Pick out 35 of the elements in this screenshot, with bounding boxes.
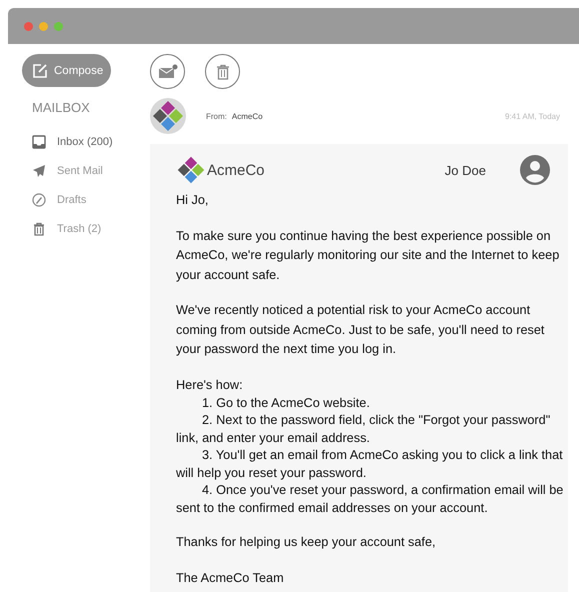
minimize-button[interactable] bbox=[39, 22, 48, 30]
step-text: 1. Go to the AcmeCo website. bbox=[201, 394, 371, 412]
steps-intro: Here's how: bbox=[176, 376, 244, 394]
trash-icon bbox=[216, 64, 230, 80]
edit-icon bbox=[32, 62, 48, 78]
message-time: 9:41 AM, Today bbox=[505, 112, 560, 120]
brand-name: AcmeCo bbox=[207, 162, 265, 178]
compose-button[interactable]: Compose bbox=[22, 54, 111, 87]
signature: The AcmeCo Team bbox=[176, 570, 285, 586]
message-paragraph: We've recently noticed a potential risk to your AcmeCo account coming from outside AcmeCo. Just to be safe, you'll need to reset your password the next time you log in. bbox=[176, 302, 546, 358]
user-avatar-icon bbox=[520, 155, 550, 185]
mailbox-heading: MAILBOX bbox=[32, 100, 91, 115]
inbox-tray-icon bbox=[32, 134, 46, 148]
mailbox-item[interactable]: Inbox (200) bbox=[32, 127, 150, 156]
pencil-circle-icon bbox=[32, 192, 46, 206]
envelope-icon bbox=[158, 64, 178, 80]
greeting: Hi Jo, bbox=[176, 192, 210, 209]
from-label: From: bbox=[206, 112, 227, 120]
diamond-logo-icon bbox=[176, 155, 206, 185]
recipient-name: Jo Doe bbox=[444, 162, 487, 178]
mailbox-item[interactable]: Trash (2) bbox=[32, 214, 150, 243]
step-text: 4. Once you've reset your password, a confirmation email will be sent to the confirmed email addresses on your account. bbox=[176, 482, 564, 517]
maximize-button[interactable] bbox=[54, 22, 63, 30]
closing-text: Thanks for helping us keep your account safe, bbox=[176, 534, 437, 551]
close-button[interactable] bbox=[24, 22, 33, 30]
paper-plane-icon bbox=[32, 164, 46, 178]
trash-icon bbox=[32, 222, 46, 236]
message-paragraph: To make sure you continue having the best experience possible on AcmeCo, we're regularly monitoring our site and the Internet to keep your account safe. bbox=[176, 228, 560, 284]
mailbox-item[interactable]: Drafts bbox=[32, 185, 150, 214]
step-text: 2. Next to the password field, click the "Forgot your password" link, and enter your email address. bbox=[176, 412, 552, 447]
sender-name: AcmeCo bbox=[232, 112, 263, 120]
mailbox-item[interactable]: Sent Mail bbox=[32, 156, 150, 185]
mark-unread-button[interactable] bbox=[150, 54, 185, 89]
step-text: 3. You'll get an email from AcmeCo asking you to click a link that will help you reset your password. bbox=[176, 447, 564, 482]
delete-button[interactable] bbox=[205, 54, 240, 89]
